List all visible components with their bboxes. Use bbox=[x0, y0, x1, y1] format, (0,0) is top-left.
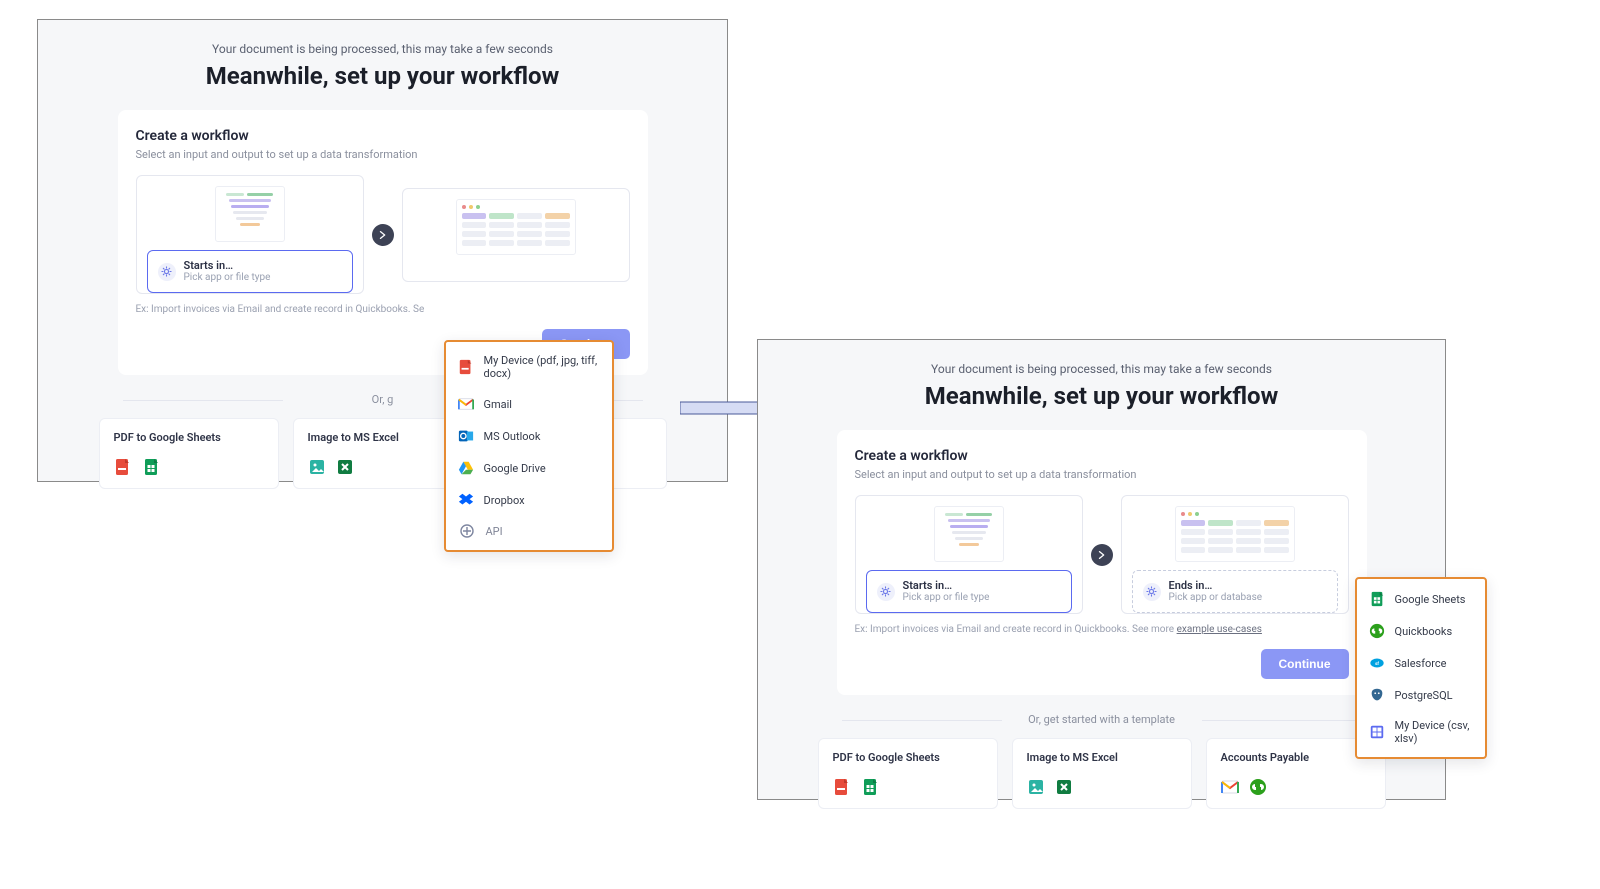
pdf-icon bbox=[114, 458, 132, 476]
continue-button[interactable]: Continue bbox=[1261, 649, 1349, 679]
input-option-dropbox[interactable]: Dropbox bbox=[446, 484, 612, 516]
option-label: Salesforce bbox=[1395, 657, 1447, 670]
input-option-outlook[interactable]: MS Outlook bbox=[446, 420, 612, 452]
example-prefix: Ex: Import invoices via Email and create… bbox=[855, 624, 1133, 635]
or-divider: Or, g bbox=[38, 393, 727, 406]
state-before-panel: Your document is being processed, this m… bbox=[37, 19, 728, 482]
card-subtitle: Select an input and output to set up a d… bbox=[136, 148, 630, 161]
templates-row: PDF to Google Sheets Image to MS Excel A… bbox=[758, 738, 1445, 827]
io-row: Starts in… Pick app or file type bbox=[136, 175, 630, 294]
output-destination-menu: Google Sheets Quickbooks Salesforce Post… bbox=[1355, 577, 1487, 759]
input-box: Starts in… Pick app or file type bbox=[855, 495, 1083, 614]
input-option-api[interactable]: API bbox=[446, 516, 612, 546]
pdf-icon bbox=[458, 359, 474, 375]
starts-in-label: Starts in… bbox=[903, 579, 990, 592]
output-mock-icon bbox=[1175, 506, 1295, 562]
workflow-card: Create a workflow Select an input and ou… bbox=[118, 110, 648, 375]
option-label: Gmail bbox=[484, 398, 512, 411]
salesforce-icon bbox=[1369, 655, 1385, 671]
output-option-postgres[interactable]: PostgreSQL bbox=[1357, 679, 1485, 711]
output-option-quickbooks[interactable]: Quickbooks bbox=[1357, 615, 1485, 647]
template-title: Image to MS Excel bbox=[1027, 751, 1177, 764]
image-icon bbox=[1027, 778, 1045, 796]
option-label: Google Drive bbox=[484, 462, 546, 475]
or-divider: Or, get started with a template bbox=[758, 713, 1445, 726]
gsheets-icon bbox=[861, 778, 879, 796]
template-title: PDF to Google Sheets bbox=[114, 431, 264, 444]
option-label: Google Sheets bbox=[1395, 593, 1466, 606]
option-label: MS Outlook bbox=[484, 430, 541, 443]
input-option-gmail[interactable]: Gmail bbox=[446, 388, 612, 420]
ends-in-sub: Pick app or database bbox=[1169, 592, 1263, 604]
option-label: Dropbox bbox=[484, 494, 525, 507]
state-after-panel: Your document is being processed, this m… bbox=[757, 339, 1446, 800]
starts-in-sub: Pick app or file type bbox=[903, 592, 990, 604]
template-pdf-to-sheets[interactable]: PDF to Google Sheets bbox=[818, 738, 998, 809]
output-mock-icon bbox=[456, 199, 576, 255]
option-label: PostgreSQL bbox=[1395, 689, 1453, 702]
image-icon bbox=[308, 458, 326, 476]
starts-in-label: Starts in… bbox=[184, 259, 271, 272]
quickbooks-icon bbox=[1369, 623, 1385, 639]
input-mock-icon bbox=[934, 506, 1004, 562]
template-pdf-to-sheets[interactable]: PDF to Google Sheets bbox=[99, 418, 279, 489]
template-title: PDF to Google Sheets bbox=[833, 751, 983, 764]
output-option-gsheets[interactable]: Google Sheets bbox=[1357, 583, 1485, 615]
quickbooks-icon bbox=[1249, 778, 1267, 796]
gear-icon bbox=[1143, 583, 1161, 601]
excel-icon bbox=[1055, 778, 1073, 796]
gear-icon bbox=[158, 263, 176, 281]
api-icon bbox=[458, 522, 476, 540]
output-box bbox=[402, 188, 630, 282]
processing-text: Your document is being processed, this m… bbox=[758, 362, 1445, 376]
processing-text: Your document is being processed, this m… bbox=[38, 42, 727, 56]
template-title: Image to MS Excel bbox=[308, 431, 458, 444]
arrow-icon bbox=[1091, 544, 1113, 566]
excel-icon bbox=[336, 458, 354, 476]
card-subtitle: Select an input and output to set up a d… bbox=[855, 468, 1349, 481]
output-box: Ends in… Pick app or database bbox=[1121, 495, 1349, 614]
gsheets-icon bbox=[1369, 591, 1385, 607]
gmail-icon bbox=[458, 396, 474, 412]
card-title: Create a workflow bbox=[855, 448, 1349, 464]
option-label: My Device (pdf, jpg, tiff, docx) bbox=[484, 354, 600, 380]
template-title: Accounts Payable bbox=[1221, 751, 1371, 764]
csv-icon bbox=[1369, 724, 1385, 740]
templates-row: PDF to Google Sheets Image to MS Excel A… bbox=[38, 418, 727, 507]
example-text: Ex: Import invoices via Email and create… bbox=[855, 624, 1349, 635]
gear-icon bbox=[877, 583, 895, 601]
input-option-gdrive[interactable]: Google Drive bbox=[446, 452, 612, 484]
outlook-icon bbox=[458, 428, 474, 444]
input-source-menu: My Device (pdf, jpg, tiff, docx) Gmail M… bbox=[444, 340, 614, 552]
option-label: My Device (csv, xlsv) bbox=[1395, 719, 1473, 745]
template-image-to-excel[interactable]: Image to MS Excel bbox=[1012, 738, 1192, 809]
gmail-icon bbox=[1221, 778, 1239, 796]
arrow-icon bbox=[372, 224, 394, 246]
dropbox-icon bbox=[458, 492, 474, 508]
starts-in-selector[interactable]: Starts in… Pick app or file type bbox=[147, 250, 353, 293]
input-mock-icon bbox=[215, 186, 285, 242]
starts-in-sub: Pick app or file type bbox=[184, 272, 271, 284]
output-option-my-device[interactable]: My Device (csv, xlsv) bbox=[1357, 711, 1485, 753]
io-row: Starts in… Pick app or file type bbox=[855, 495, 1349, 614]
starts-in-selector[interactable]: Starts in… Pick app or file type bbox=[866, 570, 1072, 613]
headline: Meanwhile, set up your workflow bbox=[38, 62, 727, 90]
output-option-salesforce[interactable]: Salesforce bbox=[1357, 647, 1485, 679]
example-link[interactable]: example use-cases bbox=[1177, 624, 1262, 635]
card-title: Create a workflow bbox=[136, 128, 630, 144]
option-label: Quickbooks bbox=[1395, 625, 1453, 638]
postgres-icon bbox=[1369, 687, 1385, 703]
ends-in-label: Ends in… bbox=[1169, 579, 1263, 592]
ends-in-selector[interactable]: Ends in… Pick app or database bbox=[1132, 570, 1338, 613]
gsheets-icon bbox=[142, 458, 160, 476]
headline: Meanwhile, set up your workflow bbox=[758, 382, 1445, 410]
input-option-my-device[interactable]: My Device (pdf, jpg, tiff, docx) bbox=[446, 346, 612, 388]
gdrive-icon bbox=[458, 460, 474, 476]
example-text: Ex: Import invoices via Email and create… bbox=[136, 304, 630, 315]
option-label: API bbox=[486, 525, 503, 538]
example-more: See more bbox=[1132, 624, 1174, 635]
workflow-card: Create a workflow Select an input and ou… bbox=[837, 430, 1367, 695]
pdf-icon bbox=[833, 778, 851, 796]
input-box: Starts in… Pick app or file type bbox=[136, 175, 364, 294]
